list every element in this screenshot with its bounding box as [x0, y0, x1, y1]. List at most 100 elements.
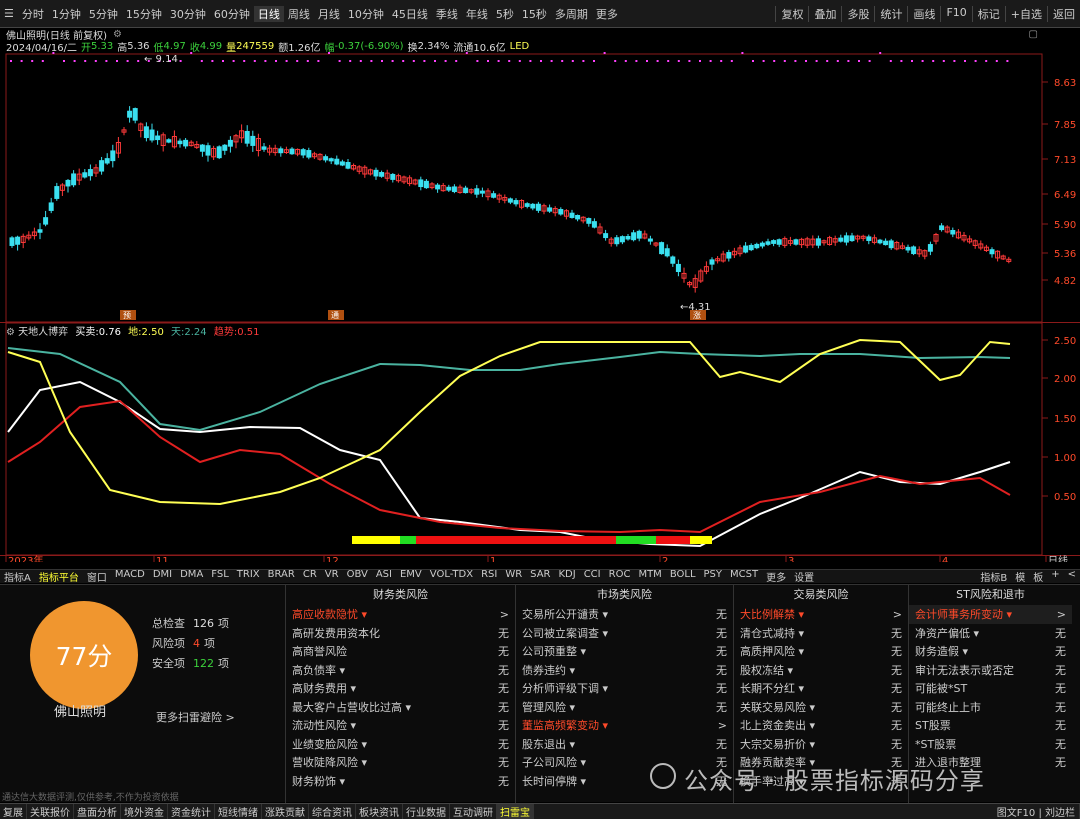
risk-item[interactable]: 股东退出 ▾ 无	[516, 735, 733, 754]
indicator-tab[interactable]: MACD	[111, 569, 149, 584]
period-tab[interactable]: 周线	[284, 6, 314, 22]
indicator-tab[interactable]: CCI	[580, 569, 605, 584]
indicator-tab[interactable]: <	[1064, 569, 1080, 584]
risk-item[interactable]: 大比例解禁 ▾ >	[734, 605, 908, 624]
risk-item[interactable]: 流动性风险 ▾ 无	[286, 716, 515, 735]
indicator-tab[interactable]: RSI	[477, 569, 501, 584]
toolbar-button[interactable]: 复权	[775, 5, 808, 22]
bottom-tab[interactable]: 短线情绪	[215, 804, 262, 819]
period-tab[interactable]: 5秒	[492, 6, 518, 22]
risk-item[interactable]: 公司预重整 ▾ 无	[516, 642, 733, 661]
risk-item[interactable]: 关联交易风险 ▾ 无	[734, 698, 908, 717]
indicator-tab[interactable]: CR	[299, 569, 321, 584]
indicator-tab[interactable]: 模	[1011, 569, 1029, 584]
risk-item[interactable]: 管理风险 ▾ 无	[516, 698, 733, 717]
bottom-tab[interactable]: 综合资讯	[309, 804, 356, 819]
bottom-tab[interactable]: 互动调研	[450, 804, 497, 819]
risk-item[interactable]: 财务粉饰 ▾ 无	[286, 772, 515, 791]
toolbar-button[interactable]: 统计	[874, 5, 907, 22]
risk-item[interactable]: 可能被*ST 无	[909, 679, 1072, 698]
indicator-tab[interactable]: 指标B	[976, 569, 1011, 584]
risk-item[interactable]: 长期不分红 ▾ 无	[734, 679, 908, 698]
indicator-tab[interactable]: VR	[321, 569, 343, 584]
risk-item[interactable]: 审计无法表示或否定 无	[909, 661, 1072, 680]
toolbar-button[interactable]: 标记	[971, 5, 1005, 22]
risk-item[interactable]: 高应收款隐忧 ▾ >	[286, 605, 515, 624]
risk-item[interactable]: 高研发费用资本化 无	[286, 624, 515, 643]
indicator-tab[interactable]: 更多	[762, 569, 790, 584]
indicator-tab[interactable]: 指标A	[0, 569, 35, 584]
indicator-tab[interactable]: TRIX	[233, 569, 264, 584]
risk-item[interactable]: 会计师事务所变动 ▾ >	[909, 605, 1072, 624]
bottom-tab[interactable]: 境外资金	[121, 804, 168, 819]
indicator-tab[interactable]: BRAR	[264, 569, 299, 584]
period-tab[interactable]: 30分钟	[166, 6, 210, 22]
risk-item[interactable]: 高质押风险 ▾ 无	[734, 642, 908, 661]
window-control-icon[interactable]: ▢	[1029, 29, 1038, 40]
bottom-tab[interactable]: 板块资讯	[356, 804, 403, 819]
indicator-tab[interactable]: 窗口	[83, 569, 111, 584]
bottom-tab[interactable]: 扫雷宝	[497, 804, 534, 819]
toolbar-button[interactable]: 叠加	[808, 5, 841, 22]
toolbar-button[interactable]: F10	[940, 5, 971, 22]
risk-item[interactable]: 债券违约 ▾ 无	[516, 661, 733, 680]
indicator-tab[interactable]: ROC	[605, 569, 635, 584]
risk-item[interactable]: 公司被立案调查 ▾ 无	[516, 624, 733, 643]
period-tab[interactable]: 1分钟	[48, 6, 85, 22]
menu-icon[interactable]: ☰	[0, 7, 18, 20]
indicator-tab[interactable]: BOLL	[666, 569, 700, 584]
risk-item[interactable]: ST股票 无	[909, 716, 1072, 735]
indicator-tab[interactable]: +	[1047, 569, 1063, 584]
bottom-tab[interactable]: 行业数据	[403, 804, 450, 819]
bottom-tab[interactable]: 关联报价	[27, 804, 74, 819]
risk-item[interactable]: 交易所公开谴责 ▾ 无	[516, 605, 733, 624]
kline-chart-svg[interactable]: 8.637.857.136.495.905.364.82 ← 9.14←4.31…	[0, 52, 1080, 567]
indicator-tab[interactable]: 指标平台	[35, 569, 83, 584]
risk-item[interactable]: 北上资金卖出 ▾ 无	[734, 716, 908, 735]
risk-item[interactable]: 高商誉风险 无	[286, 642, 515, 661]
indicator-tab[interactable]: KDJ	[554, 569, 579, 584]
risk-item[interactable]: 净资产偏低 ▾ 无	[909, 624, 1072, 643]
period-tab[interactable]: 年线	[462, 6, 492, 22]
chart-area[interactable]: 8.63 7.85 7.13 6.49 5.90 5.36 4.82 ← 9.14 ←4.31…	[0, 52, 1080, 567]
period-tab[interactable]: 更多	[592, 6, 622, 22]
period-tab[interactable]: 15秒	[518, 6, 551, 22]
bottom-tab[interactable]: 盘面分析	[74, 804, 121, 819]
indicator-tab[interactable]: DMI	[149, 569, 176, 584]
indicator-tab[interactable]: WR	[501, 569, 526, 584]
bottom-tab[interactable]: 复展	[0, 804, 27, 819]
risk-item[interactable]: 最大客户占营收比过高 ▾ 无	[286, 698, 515, 717]
bottom-tab[interactable]: 资金统计	[168, 804, 215, 819]
indicator-tab[interactable]: FSL	[207, 569, 233, 584]
risk-item[interactable]: 高负债率 ▾ 无	[286, 661, 515, 680]
indicator-tab[interactable]: 设置	[790, 569, 818, 584]
indicator-tab[interactable]: VOL-TDX	[426, 569, 477, 584]
period-tab[interactable]: 5分钟	[85, 6, 122, 22]
indicator-tab[interactable]: PSY	[700, 569, 727, 584]
indicator-tab[interactable]: MCST	[726, 569, 762, 584]
period-tab[interactable]: 月线	[314, 6, 344, 22]
period-tab[interactable]: 季线	[432, 6, 462, 22]
toolbar-button[interactable]: +自选	[1004, 5, 1047, 22]
indicator-tab[interactable]: ASI	[372, 569, 396, 584]
indicator-name[interactable]: 天地人博弈	[18, 327, 68, 338]
indicator-tab[interactable]: MTM	[634, 569, 665, 584]
period-tab[interactable]: 10分钟	[344, 6, 388, 22]
period-tab[interactable]: 60分钟	[210, 6, 254, 22]
toolbar-button[interactable]: 画线	[907, 5, 940, 22]
indicator-tab[interactable]: 板	[1029, 569, 1047, 584]
risk-item[interactable]: 股权冻结 ▾ 无	[734, 661, 908, 680]
indicator-settings-icon[interactable]: ⚙	[6, 327, 15, 338]
risk-item[interactable]: 清仓式减持 ▾ 无	[734, 624, 908, 643]
period-tab[interactable]: 分时	[18, 6, 48, 22]
bottom-tab[interactable]: 涨跌贡献	[262, 804, 309, 819]
period-tab[interactable]: 多周期	[551, 6, 592, 22]
indicator-tab[interactable]: DMA	[176, 569, 207, 584]
risk-item[interactable]: 高财务费用 ▾ 无	[286, 679, 515, 698]
risk-item[interactable]: 董监高频繁变动 ▾ >	[516, 716, 733, 735]
risk-item[interactable]: 分析师评级下调 ▾ 无	[516, 679, 733, 698]
indicator-tab[interactable]: EMV	[396, 569, 426, 584]
risk-item[interactable]: 可能终止上市 无	[909, 698, 1072, 717]
risk-item[interactable]: 业绩变脸风险 ▾ 无	[286, 735, 515, 754]
period-tab[interactable]: 45日线	[388, 6, 432, 22]
